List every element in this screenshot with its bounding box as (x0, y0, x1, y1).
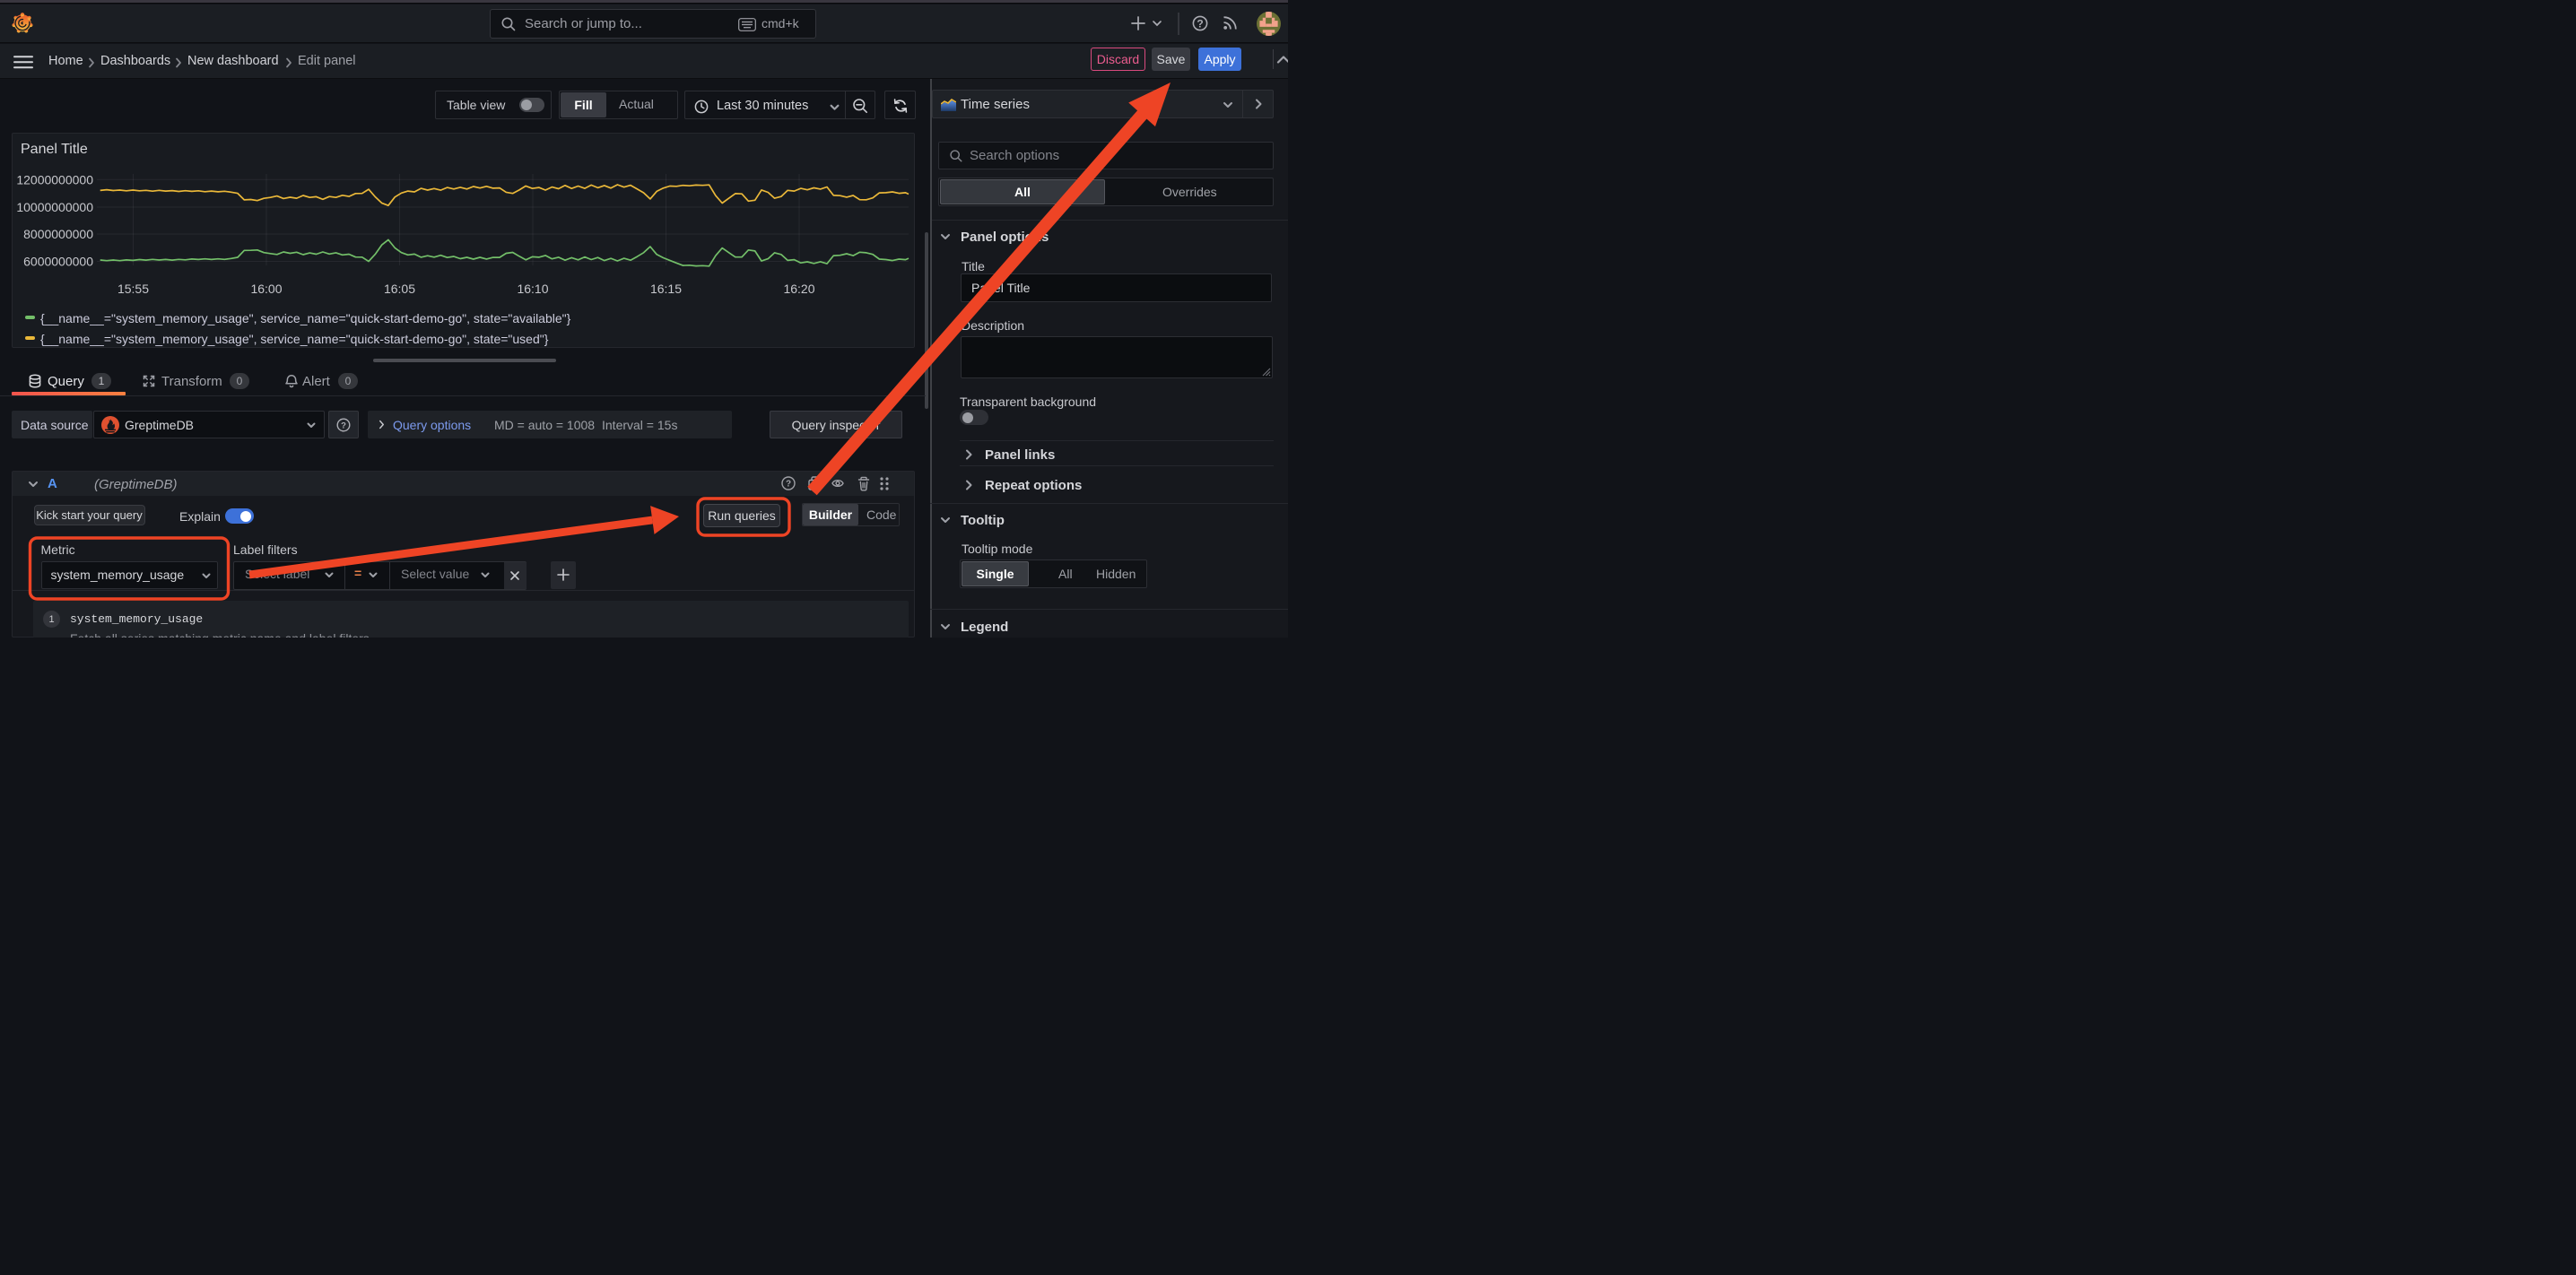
svg-text:16:20: 16:20 (783, 282, 814, 296)
svg-text:16:05: 16:05 (384, 282, 415, 296)
svg-text:?: ? (341, 421, 346, 431)
svg-text:10000000000: 10000000000 (16, 200, 93, 214)
svg-text:16:00: 16:00 (250, 282, 282, 296)
svg-text:?: ? (786, 480, 791, 490)
svg-text:8000000000: 8000000000 (23, 227, 93, 241)
svg-text:16:10: 16:10 (517, 282, 548, 296)
svg-text:12000000000: 12000000000 (16, 172, 93, 186)
svg-text:15:55: 15:55 (117, 282, 149, 296)
svg-text:16:15: 16:15 (650, 282, 682, 296)
svg-text:?: ? (1197, 18, 1203, 30)
svg-text:6000000000: 6000000000 (23, 255, 93, 269)
